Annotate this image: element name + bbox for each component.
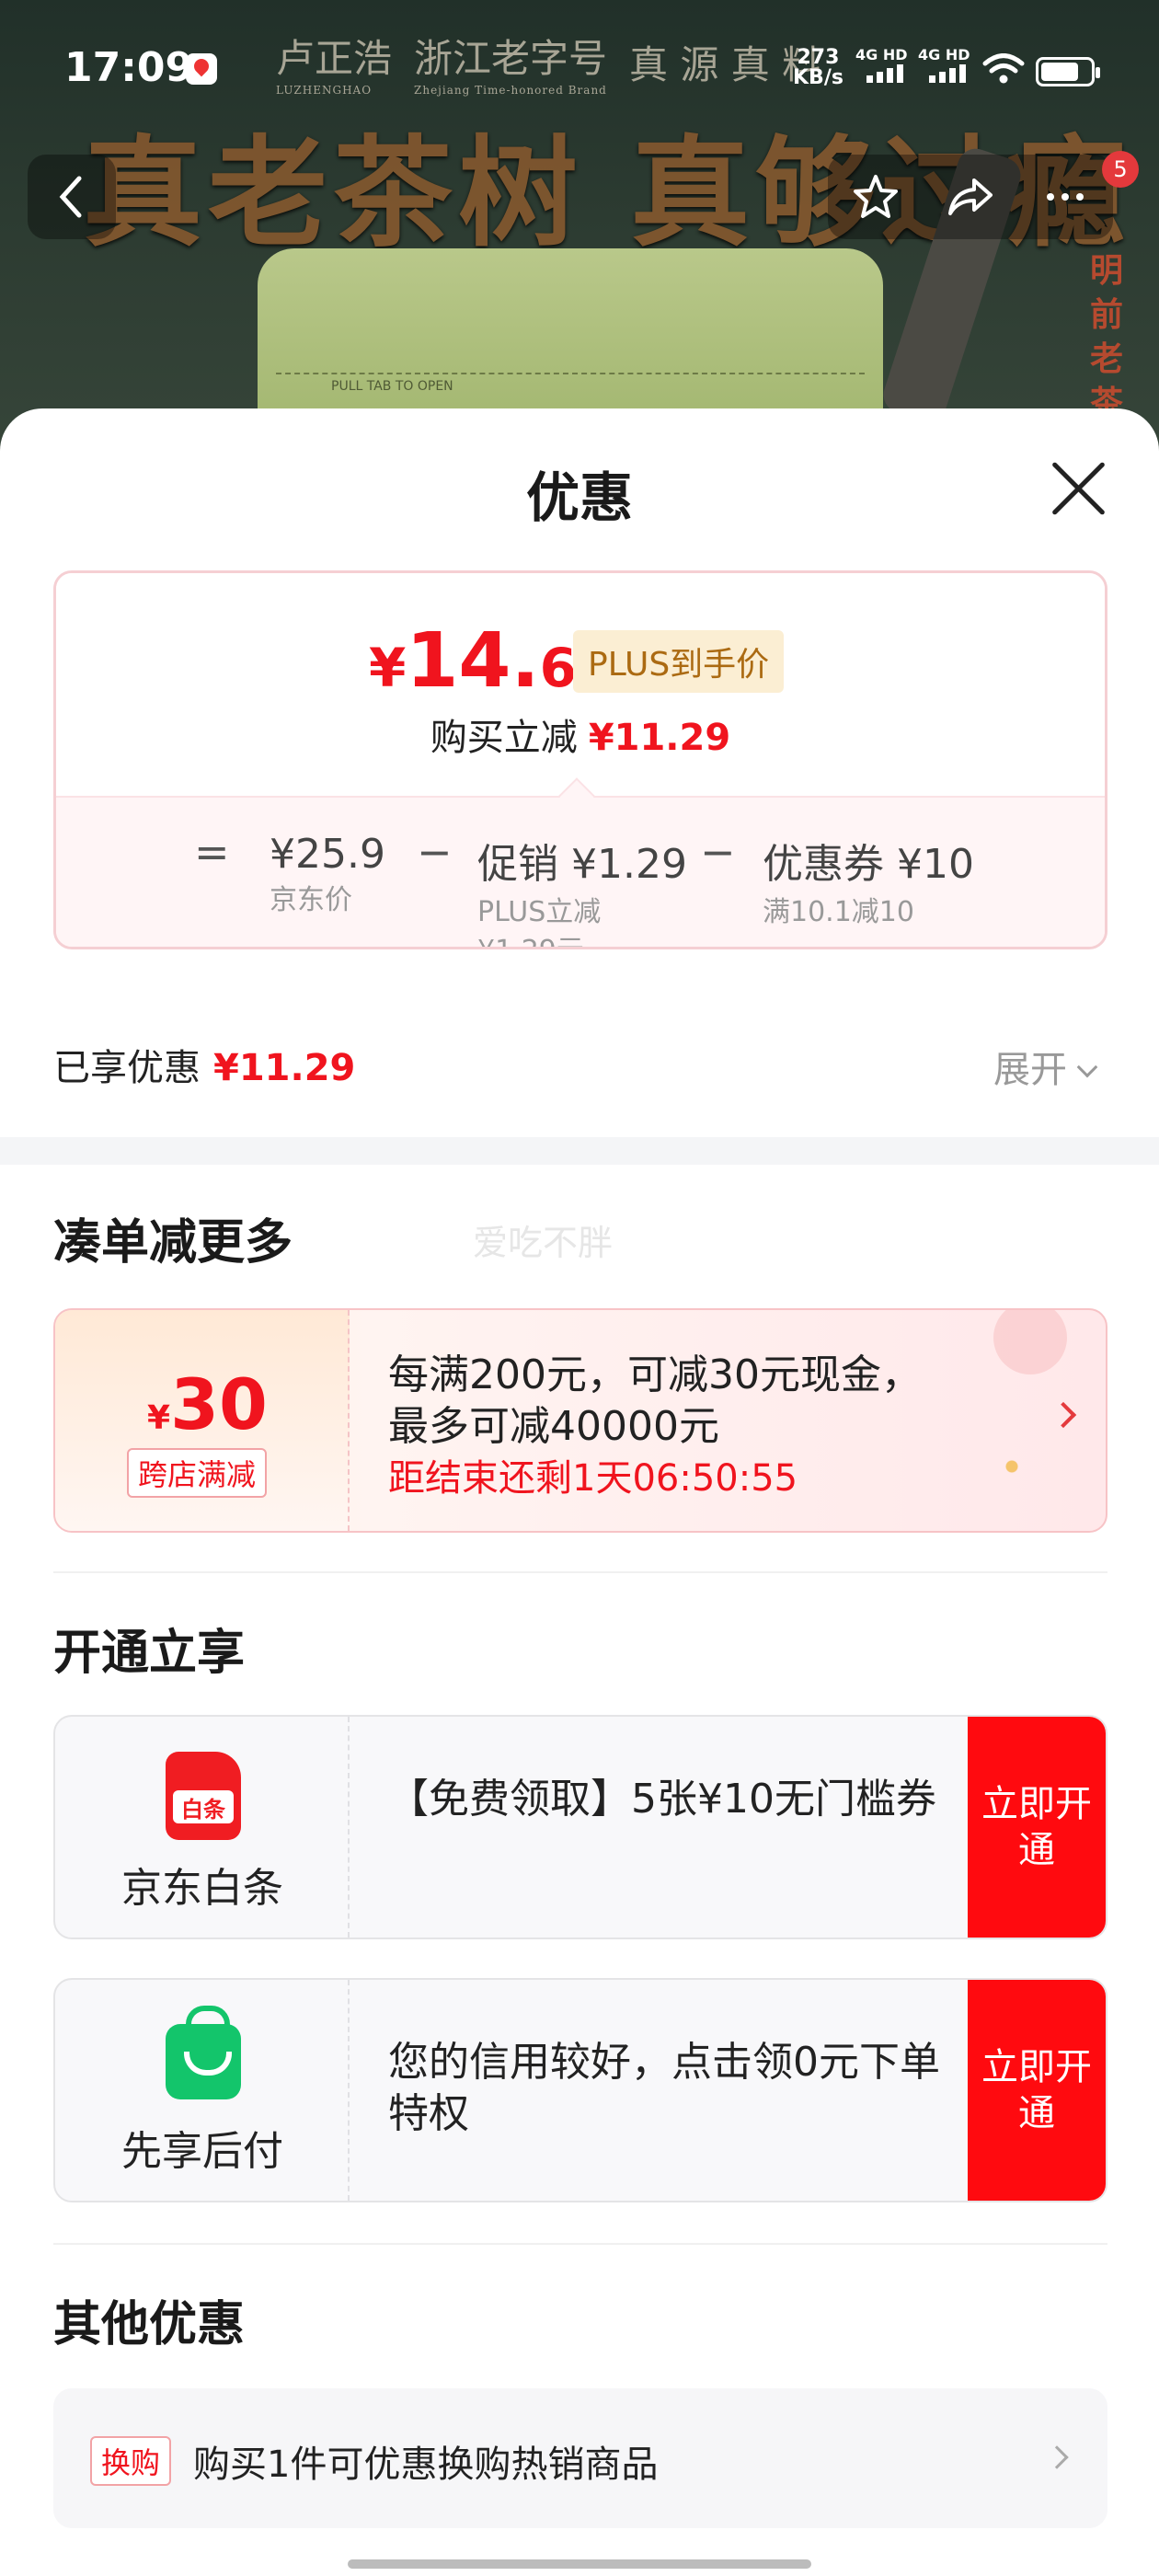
purchase-discount: 购买立减 ¥11.29 [430,717,731,759]
promo-amount: ¥30 [147,1363,268,1445]
chevron-down-icon [1076,1056,1098,1078]
more-icon[interactable] [1039,171,1091,223]
expand-button[interactable]: 展开 [993,1040,1098,1093]
equals-sign: = [194,827,230,877]
back-button[interactable] [28,155,116,239]
status-time: 17:09 [64,44,194,91]
divider [53,2243,1107,2245]
share-icon[interactable] [945,171,996,223]
baitiao-icon: 白条 [166,1752,241,1840]
close-button[interactable] [1047,456,1111,521]
coupon-discount-item: 优惠券 ¥10 满10.1减10 [763,841,974,928]
sim1-label: 4G HD [855,46,908,63]
section-title-more: 凑单减更多 [53,1215,293,1271]
trade-in-tag: 换购 [90,2436,172,2486]
cart-count-badge: 5 [1102,151,1139,188]
trade-in-text: 购买1件可优惠换购热销商品 [193,2444,659,2486]
promo-countdown: 距结束还剩1天06:50:55 [388,1457,798,1500]
banner-vertical-text: 明前老茶 [1090,251,1124,422]
signal-bars-2-icon [929,64,966,83]
service-brand-panel: 白条 京东白条 [55,1717,350,1938]
divider [53,1571,1107,1573]
service-description: 您的信用较好，点击领0元下单特权 [388,2039,940,2137]
chevron-left-icon [59,176,82,218]
service-brand-panel: 先享后付 [55,1980,350,2201]
minus-sign: − [700,827,736,877]
sheet-title: 优惠 [525,466,633,529]
service-name: 京东白条 [121,1865,283,1912]
watermark-text: 爱吃不胖 [473,1223,614,1263]
service-card-pay-later[interactable]: 先享后付 您的信用较好，点击领0元下单特权 立即开通 [53,1978,1107,2202]
favorite-star-icon[interactable] [850,171,901,223]
discount-sheet: 优惠 ¥14.61 PLUS到手价 购买立减¥11.29 = ¥25.9 京东价… [0,408,1159,2576]
package-pull-tab-text: PULL TAB TO OPEN [331,379,453,394]
chevron-right-icon [1050,1401,1077,1429]
service-name: 先享后付 [121,2128,283,2175]
status-bar: 17:09 273 KB/s 4G HD 4G HD [0,0,1159,138]
jd-price-item: ¥25.9 京东价 [270,831,385,916]
section-title-other: 其他优惠 [53,2297,246,2352]
signal-bars-1-icon [866,64,903,83]
service-card-baitiao[interactable]: 白条 京东白条 【免费领取】5张¥10无门槛券 立即开通 [53,1715,1107,1939]
location-app-icon [186,53,217,85]
shopping-bag-icon [166,2006,241,2099]
network-speed: 273 KB/s [793,46,843,89]
promo-discount-item: 促销 ¥1.29 PLUS立减 ¥1.29元 [477,841,687,947]
activate-baitiao-button[interactable]: 立即开通 [968,1717,1106,1938]
battery-icon [1036,57,1100,86]
price-breakdown: = ¥25.9 京东价 − 促销 ¥1.29 PLUS立减 ¥1.29元 − 优… [56,796,1105,947]
promo-rule-line1: 每满200元，可减30元现金， [388,1351,922,1398]
home-indicator[interactable] [348,2559,811,2569]
trade-in-offer-row[interactable]: 换购 购买1件可优惠换购热销商品 [53,2388,1107,2528]
enjoyed-discount: 已享优惠 ¥11.29 [53,1047,356,1089]
minus-sign: − [417,827,453,877]
activate-pay-later-button[interactable]: 立即开通 [968,1980,1106,2201]
plus-price-tag: PLUS到手价 [573,630,785,693]
chevron-right-icon [1045,2445,1069,2469]
promo-rule-line2: 最多可减40000元 [388,1403,719,1450]
wifi-icon [982,53,1025,84]
decorative-bubble [993,1310,1067,1374]
section-title-open: 开通立享 [53,1626,246,1681]
service-description: 【免费领取】5张¥10无门槛券 [388,1776,936,1823]
top-action-group [828,155,1113,239]
final-price-area: ¥14.61 PLUS到手价 购买立减¥11.29 [56,573,1105,796]
cross-store-promo-card[interactable]: ¥30 跨店满减 每满200元，可减30元现金， 最多可减40000元 距结束还… [53,1308,1107,1533]
section-separator [0,1137,1159,1165]
sim2-label: 4G HD [918,46,970,63]
promo-type-tag: 跨店满减 [127,1448,268,1498]
decorative-sparkle [984,1439,1039,1494]
price-summary-card: ¥14.61 PLUS到手价 购买立减¥11.29 = ¥25.9 京东价 − … [53,570,1107,949]
promo-amount-panel: ¥30 跨店满减 [55,1310,350,1531]
